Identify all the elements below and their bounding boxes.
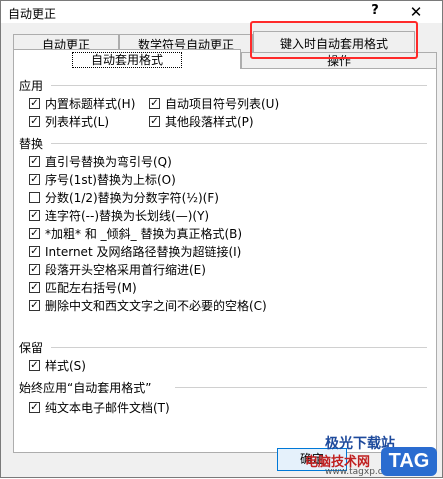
close-button[interactable]: ✕ xyxy=(405,2,427,22)
checkbox-hyphens-dashes[interactable]: ✓ 连字符(--)替换为长划线(—)(Y) xyxy=(29,207,209,224)
help-button[interactable]: ? xyxy=(367,3,383,21)
checkbox-box[interactable]: ✓ xyxy=(29,210,40,221)
checkbox-box[interactable]: ✓ xyxy=(29,174,40,185)
separator xyxy=(51,143,427,144)
checkbox-label: 段落开头空格采用首行缩进(E) xyxy=(45,263,206,277)
checkbox-smart-quotes[interactable]: ✓ 直引号替换为弯引号(Q) xyxy=(29,153,172,170)
checkbox-label: 自动项目符号列表(U) xyxy=(165,97,280,111)
checkbox-label: 序号(1st)替换为上标(O) xyxy=(45,173,176,187)
checkbox-label: 样式(S) xyxy=(45,359,86,373)
checkbox-label: *加粗* 和 _倾斜_ 替换为真正格式(B) xyxy=(45,227,243,241)
checkbox-label: 匹配左右括号(M) xyxy=(45,281,137,295)
checkbox-styles[interactable]: ✓ 样式(S) xyxy=(29,357,86,374)
checkbox-label: Internet 及网络路径替换为超链接(I) xyxy=(45,245,242,259)
tab-label: 自动套用格式 xyxy=(71,52,182,68)
section-label-always-apply: 始终应用“自动套用格式” xyxy=(19,381,152,395)
watermark-logo: TAG xyxy=(381,447,437,476)
checkbox-box[interactable] xyxy=(29,192,40,203)
section-label-preserve: 保留 xyxy=(19,341,44,355)
section-label-apply: 应用 xyxy=(19,79,44,93)
checkbox-ordinals-superscript[interactable]: ✓ 序号(1st)替换为上标(O) xyxy=(29,171,176,188)
checkbox-box[interactable]: ✓ xyxy=(149,98,160,109)
checkbox-label: 列表样式(L) xyxy=(45,115,110,129)
checkbox-box[interactable]: ✓ xyxy=(29,156,40,167)
separator xyxy=(175,387,427,388)
checkbox-box[interactable]: ✓ xyxy=(29,98,40,109)
checkbox-remove-extra-spaces[interactable]: ✓ 删除中文和西文文字之间不必要的空格(C) xyxy=(29,297,267,314)
checkbox-label: 直引号替换为弯引号(Q) xyxy=(45,155,172,169)
separator xyxy=(51,347,427,348)
checkbox-box[interactable]: ✓ xyxy=(29,116,40,127)
checkbox-box[interactable]: ✓ xyxy=(29,246,40,257)
checkbox-match-parentheses[interactable]: ✓ 匹配左右括号(M) xyxy=(29,279,137,296)
checkbox-label: 分数(1/2)替换为分数字符(½)(F) xyxy=(45,191,219,205)
title-bar: 自动更正 ? ✕ xyxy=(1,1,442,23)
checkbox-auto-bulleted-lists[interactable]: ✓ 自动项目符号列表(U) xyxy=(149,95,279,112)
checkbox-box[interactable]: ✓ xyxy=(29,264,40,275)
checkbox-box[interactable]: ✓ xyxy=(29,282,40,293)
autocorrect-dialog: 自动更正 ? ✕ 自动更正 数学符号自动更正 键入时自动套用格式 自动套用格式 … xyxy=(0,0,443,478)
checkbox-list-styles[interactable]: ✓ 列表样式(L) xyxy=(29,113,109,130)
checkbox-box[interactable]: ✓ xyxy=(29,300,40,311)
checkbox-builtin-heading-styles[interactable]: ✓ 内置标题样式(H) xyxy=(29,95,135,112)
section-label-replace: 替换 xyxy=(19,137,44,151)
checkbox-label: 纯文本电子邮件文档(T) xyxy=(45,401,170,415)
separator xyxy=(51,85,427,86)
checkbox-box[interactable]: ✓ xyxy=(29,228,40,239)
window-title: 自动更正 xyxy=(8,7,57,21)
checkbox-box[interactable]: ✓ xyxy=(29,360,40,371)
checkbox-label: 删除中文和西文文字之间不必要的空格(C) xyxy=(45,299,267,313)
checkbox-label: 内置标题样式(H) xyxy=(45,97,136,111)
checkbox-box[interactable]: ✓ xyxy=(29,402,40,413)
checkbox-bold-italic-formatting[interactable]: ✓ *加粗* 和 _倾斜_ 替换为真正格式(B) xyxy=(29,225,242,242)
checkbox-first-line-indent[interactable]: ✓ 段落开头空格采用首行缩进(E) xyxy=(29,261,206,278)
tab-autoformat[interactable]: 自动套用格式 xyxy=(13,49,241,69)
checkbox-plain-text-email[interactable]: ✓ 纯文本电子邮件文档(T) xyxy=(29,399,170,416)
checkbox-internet-hyperlinks[interactable]: ✓ Internet 及网络路径替换为超链接(I) xyxy=(29,243,241,260)
checkbox-label: 其他段落样式(P) xyxy=(165,115,254,129)
checkbox-other-paragraph-styles[interactable]: ✓ 其他段落样式(P) xyxy=(149,113,254,130)
checkbox-fractions[interactable]: 分数(1/2)替换为分数字符(½)(F) xyxy=(29,189,219,206)
highlight-annotation xyxy=(250,21,418,59)
checkbox-box[interactable]: ✓ xyxy=(149,116,160,127)
checkbox-label: 连字符(--)替换为长划线(—)(Y) xyxy=(45,209,210,223)
